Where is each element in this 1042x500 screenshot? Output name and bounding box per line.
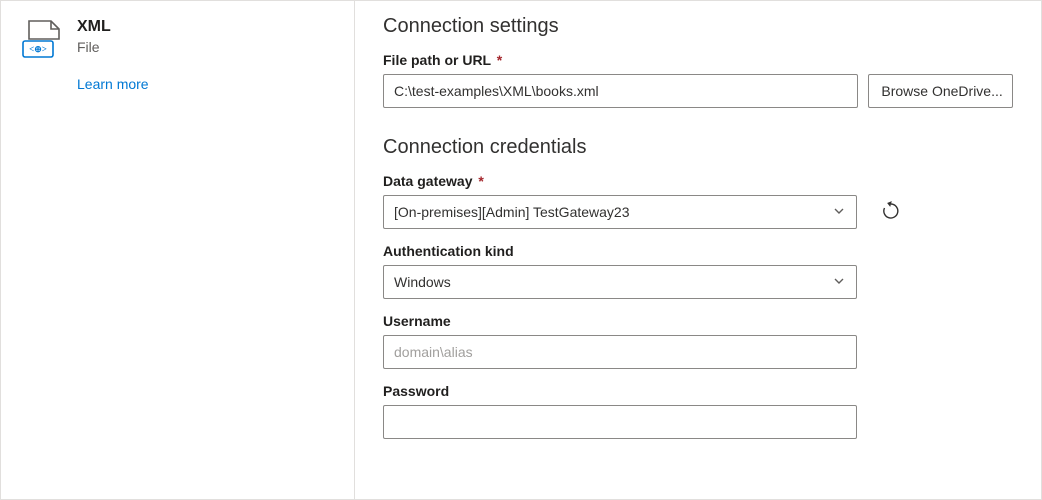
connector-title: XML (77, 17, 111, 38)
password-label: Password (383, 383, 1013, 399)
required-asterisk: * (478, 173, 483, 189)
gateway-select[interactable]: [On-premises][Admin] TestGateway23 (383, 195, 857, 229)
filepath-field: File path or URL * Browse OneDrive... (383, 52, 1013, 108)
gateway-field: Data gateway * [On-premises][Admin] Test… (383, 173, 1013, 229)
chevron-down-icon (832, 274, 846, 291)
refresh-icon (881, 201, 901, 224)
xml-file-icon: <⊕> (21, 19, 65, 62)
auth-kind-select-value: Windows (394, 274, 832, 290)
browse-onedrive-button[interactable]: Browse OneDrive... (868, 74, 1013, 108)
filepath-input[interactable] (383, 74, 858, 108)
username-field: Username (383, 313, 1013, 369)
connector-header: <⊕> XML File (21, 17, 334, 62)
required-asterisk: * (497, 52, 502, 68)
sidebar: <⊕> XML File Learn more (1, 1, 355, 499)
svg-text:<⊕>: <⊕> (29, 44, 47, 54)
learn-more-link[interactable]: Learn more (77, 76, 149, 92)
refresh-gateway-button[interactable] (875, 196, 907, 228)
gateway-select-value: [On-premises][Admin] TestGateway23 (394, 204, 832, 220)
connector-titles: XML File (77, 17, 111, 57)
connection-credentials-heading: Connection credentials (383, 136, 1013, 159)
connector-subtitle: File (77, 38, 111, 58)
auth-kind-label: Authentication kind (383, 243, 1013, 259)
username-label: Username (383, 313, 1013, 329)
filepath-label: File path or URL * (383, 52, 1013, 68)
username-input[interactable] (383, 335, 857, 369)
connection-settings-heading: Connection settings (383, 15, 1013, 38)
password-input[interactable] (383, 405, 857, 439)
main-panel: Connection settings File path or URL * B… (355, 1, 1041, 499)
auth-kind-field: Authentication kind Windows (383, 243, 1013, 299)
gateway-label: Data gateway * (383, 173, 1013, 189)
password-field: Password (383, 383, 1013, 439)
auth-kind-select[interactable]: Windows (383, 265, 857, 299)
chevron-down-icon (832, 204, 846, 221)
